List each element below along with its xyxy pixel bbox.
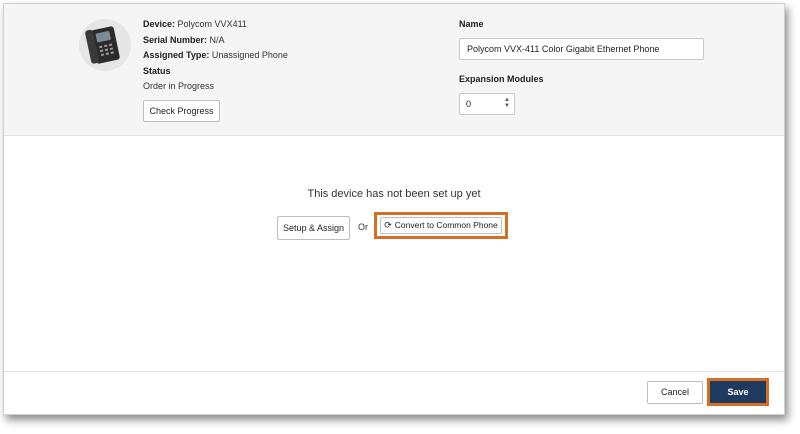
name-label: Name — [459, 19, 484, 29]
save-highlight: Save — [707, 378, 769, 406]
device-label: Device: — [143, 19, 176, 29]
device-header: Device: Polycom VVX411 Serial Number: N/… — [4, 4, 784, 136]
convert-to-common-phone-button[interactable]: ⟳ Convert to Common Phone — [380, 217, 502, 234]
device-value: Polycom VVX411 — [177, 19, 247, 29]
cancel-button[interactable]: Cancel — [647, 381, 703, 404]
serial-row: Serial Number: N/A — [143, 33, 288, 49]
device-info: Device: Polycom VVX411 Serial Number: N/… — [143, 17, 288, 95]
convert-highlight: ⟳ Convert to Common Phone — [374, 212, 508, 239]
convert-label: Convert to Common Phone — [394, 220, 498, 230]
device-dialog: Device: Polycom VVX411 Serial Number: N/… — [3, 3, 785, 415]
expansion-modules-value: 0 — [466, 99, 472, 109]
assigned-type-label: Assigned Type: — [143, 50, 210, 60]
status-value: Order in Progress — [143, 81, 215, 91]
expansion-modules-select[interactable]: 0 ▲ ▼ — [459, 93, 515, 115]
serial-label: Serial Number: — [143, 34, 208, 45]
device-row: Device: Polycom VVX411 — [143, 17, 288, 33]
name-input[interactable]: Polycom VVX-411 Color Gigabit Ethernet P… — [459, 38, 704, 60]
or-separator: Or — [358, 222, 368, 232]
setup-assign-button[interactable]: Setup & Assign — [277, 216, 350, 240]
expansion-modules-label: Expansion Modules — [459, 74, 544, 84]
status-label: Status — [143, 65, 171, 76]
desk-phone-image — [79, 19, 131, 71]
setup-message: This device has not been set up yet — [307, 188, 481, 200]
assigned-type-value: Unassigned Phone — [211, 50, 288, 60]
check-progress-button[interactable]: Check Progress — [143, 100, 220, 122]
assigned-type-row: Assigned Type: Unassigned Phone — [143, 48, 288, 64]
refresh-icon: ⟳ — [384, 220, 392, 230]
stepper-arrows-icon: ▲ ▼ — [504, 97, 510, 109]
save-button[interactable]: Save — [710, 381, 766, 403]
serial-value: N/A — [209, 34, 225, 45]
